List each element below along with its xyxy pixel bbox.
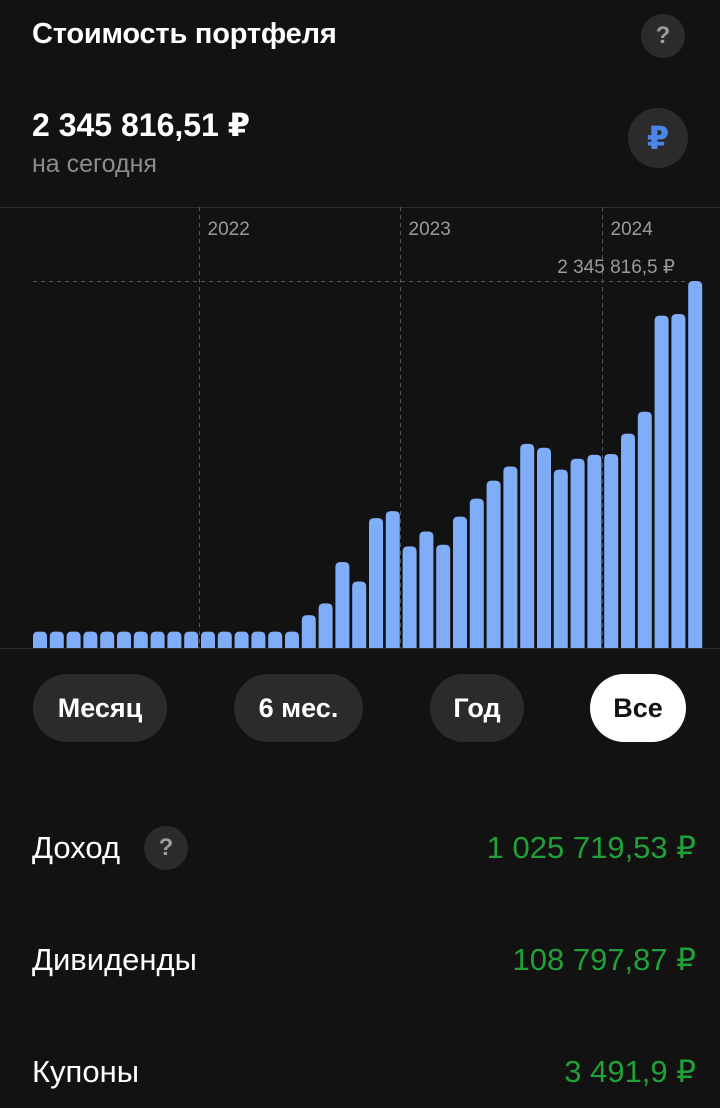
chart-bar <box>486 480 501 648</box>
income-help-icon[interactable]: ? <box>144 826 188 870</box>
chart-bar <box>234 631 249 648</box>
chart-bar <box>66 631 81 648</box>
period-year-button[interactable]: Год <box>430 674 524 742</box>
help-icon[interactable]: ? <box>641 14 685 58</box>
chart-bar <box>688 281 703 648</box>
chart-bar <box>285 631 299 648</box>
period-month-button[interactable]: Месяц <box>33 674 167 742</box>
chart-bar <box>83 631 98 648</box>
chart-bar <box>369 518 383 648</box>
chart-bar <box>117 631 131 648</box>
chart-bar <box>503 466 518 648</box>
chart-bar <box>150 631 165 648</box>
max-value-label: 2 345 816,5 ₽ <box>557 257 675 278</box>
dividends-label: Дивиденды <box>32 942 197 977</box>
coupons-value: 3 491,9 ₽ <box>564 1054 696 1089</box>
chart-bar <box>453 516 467 648</box>
chart-bar <box>604 454 619 648</box>
portfolio-chart-svg: 2022 2023 2024 2 345 816,5 ₽ <box>0 207 720 649</box>
income-label: Доход <box>32 830 121 865</box>
chart-bar <box>637 411 652 648</box>
income-value: 1 025 719,53 ₽ <box>486 830 696 865</box>
chart-bar <box>133 631 148 648</box>
dividends-value: 108 797,87 ₽ <box>512 942 697 977</box>
portfolio-total: 2 345 816,51 ₽ <box>32 107 250 143</box>
chart-bar <box>385 511 400 648</box>
chart-bar <box>553 469 568 648</box>
chart-bar <box>436 544 451 648</box>
chart-bar <box>469 498 484 648</box>
chart-bar <box>301 615 316 648</box>
chart-bar <box>654 315 669 648</box>
chart-bar <box>520 443 535 648</box>
page-title: Стоимость портфеля <box>32 18 337 50</box>
chart-bar <box>335 561 350 648</box>
chart-bar <box>201 631 215 648</box>
chart-bar <box>402 546 417 648</box>
year-label: 2022 <box>208 219 250 240</box>
chart-bar <box>217 631 232 648</box>
chart-bar <box>537 447 551 648</box>
chart-bar <box>318 603 333 648</box>
chart-bar <box>184 631 199 648</box>
period-all-button[interactable]: Все <box>590 674 686 742</box>
coupons-label: Купоны <box>32 1054 139 1089</box>
ruble-currency-icon[interactable]: ₽ <box>628 108 688 168</box>
chart-bar <box>671 314 686 648</box>
chart-bar <box>621 433 635 648</box>
year-label: 2023 <box>409 219 451 240</box>
year-label: 2024 <box>611 219 654 240</box>
chart-bar <box>49 631 64 648</box>
chart-bar <box>268 631 283 648</box>
as-of-label: на сегодня <box>32 150 157 178</box>
chart-bar <box>587 454 602 648</box>
chart-bar <box>419 531 434 648</box>
chart-bar <box>352 581 367 648</box>
chart-bar <box>100 631 115 648</box>
chart-bar <box>33 631 47 648</box>
chart-bar <box>570 458 585 648</box>
chart-bar <box>251 631 266 648</box>
chart-bar <box>167 631 182 648</box>
period-6-months-button[interactable]: 6 мес. <box>234 674 363 742</box>
portfolio-chart[interactable]: 2022 2023 2024 2 345 816,5 ₽ <box>0 207 720 649</box>
